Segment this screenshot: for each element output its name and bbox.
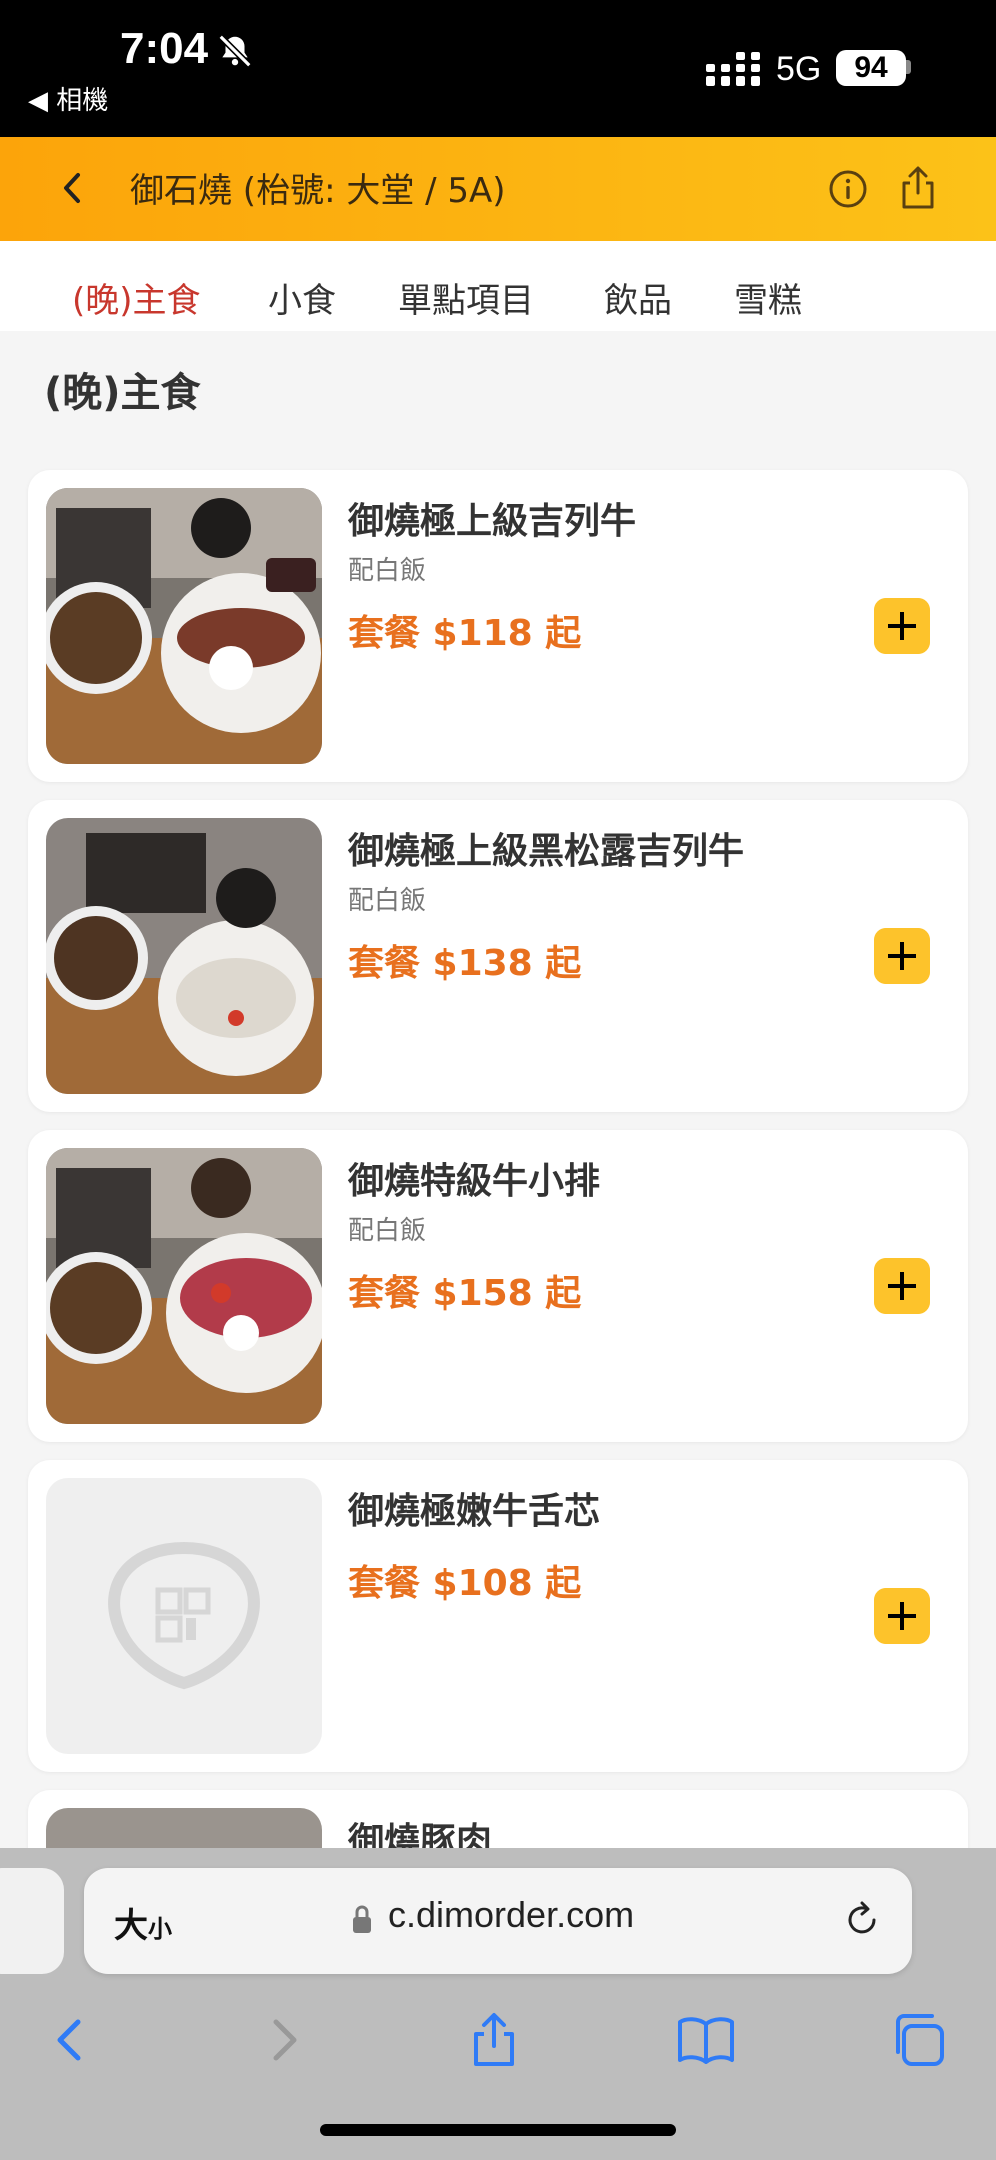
url-text: c.dimorder.com [388, 1894, 635, 1935]
add-button[interactable] [874, 1258, 930, 1314]
item-subtitle: 配白飯 [348, 556, 427, 586]
browser-forward-icon[interactable] [254, 2010, 314, 2070]
item-name: 御燒極上級黑松露吉列牛 [348, 831, 745, 872]
text-size-small: 小 [148, 1915, 172, 1943]
section-title: (晚)主食 [44, 370, 201, 416]
menu-item-card[interactable]: 御燒極上級黑松露吉列牛 配白飯 套餐 $138 起 [28, 800, 968, 1112]
browser-back-icon[interactable] [40, 2010, 100, 2070]
tabs-icon[interactable] [890, 2010, 950, 2070]
tab-snacks[interactable]: 小食 [268, 273, 336, 322]
text-size-large: 大 [114, 1906, 148, 1946]
item-subtitle: 配白飯 [348, 886, 427, 916]
back-to-app-link[interactable]: ◀ 相機 [28, 80, 108, 117]
item-price: 套餐 $118 起 [348, 613, 582, 654]
info-icon[interactable] [826, 167, 870, 211]
address-bar[interactable]: 大小 c.dimorder.com [84, 1868, 912, 1974]
app-header: 御石燒 (枱號: 大堂 / 5A) [0, 137, 996, 241]
lock-icon [353, 1905, 371, 1933]
item-name: 御燒特級牛小排 [348, 1161, 601, 1202]
browser-share-icon[interactable] [464, 2010, 524, 2070]
status-bar: 7:04 ◀ 相機 5G 94 [0, 0, 996, 137]
item-price: 套餐 $108 起 [348, 1563, 582, 1604]
previous-tab-preview[interactable] [0, 1868, 64, 1974]
add-button[interactable] [874, 928, 930, 984]
tab-a-la-carte[interactable]: 單點項目 [398, 273, 534, 322]
tab-ice-cream[interactable]: 雪糕 [734, 273, 802, 322]
back-arrow-icon[interactable] [48, 163, 98, 213]
text-size-button[interactable]: 大小 [114, 1898, 172, 1947]
tab-drinks[interactable]: 飲品 [604, 273, 672, 322]
food-photo [46, 818, 322, 1094]
restaurant-title: 御石燒 (枱號: 大堂 / 5A) [130, 171, 506, 211]
battery-icon [906, 60, 911, 74]
signal-icon [706, 52, 760, 86]
battery-level: 94 [836, 50, 906, 86]
reload-icon[interactable] [840, 1898, 884, 1942]
item-subtitle: 配白飯 [348, 1216, 427, 1246]
bell-muted-icon [218, 34, 252, 68]
menu-item-card[interactable]: 御燒極上級吉列牛 配白飯 套餐 $118 起 [28, 470, 968, 782]
tab-dinner-mains[interactable]: (晚)主食 [72, 273, 201, 322]
network-type: 5G [776, 50, 822, 88]
status-time: 7:04 [120, 24, 209, 73]
item-name: 御燒極上級吉列牛 [348, 501, 637, 542]
item-name: 御燒極嫩牛舌芯 [348, 1491, 601, 1532]
category-tabs: (晚)主食 小食 單點項目 飲品 雪糕 [0, 241, 996, 331]
add-button[interactable] [874, 1588, 930, 1644]
menu-item-card[interactable]: 御燒極嫩牛舌芯 套餐 $108 起 [28, 1460, 968, 1772]
placeholder-image [46, 1478, 322, 1754]
menu-item-card[interactable]: 御燒特級牛小排 配白飯 套餐 $158 起 [28, 1130, 968, 1442]
browser-toolbar: 大小 c.dimorder.com [0, 1848, 996, 2160]
add-button[interactable] [874, 598, 930, 654]
home-indicator [320, 2124, 676, 2136]
bookmarks-icon[interactable] [676, 2010, 736, 2070]
item-price: 套餐 $138 起 [348, 943, 582, 984]
share-icon[interactable] [896, 163, 940, 213]
item-price: 套餐 $158 起 [348, 1273, 582, 1314]
food-photo [46, 488, 322, 764]
food-photo [46, 1148, 322, 1424]
